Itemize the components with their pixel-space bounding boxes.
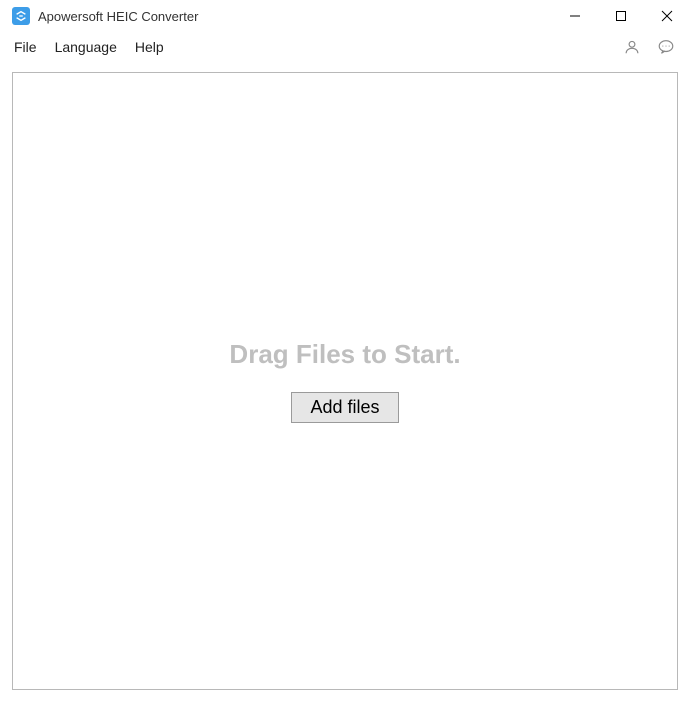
minimize-button[interactable] <box>552 0 598 32</box>
menu-help[interactable]: Help <box>135 39 164 55</box>
chat-icon[interactable] <box>656 37 676 57</box>
menubar-left: File Language Help <box>14 39 164 55</box>
window-controls <box>552 0 690 32</box>
menubar: File Language Help <box>0 32 690 62</box>
content-area: Drag Files to Start. Add files <box>0 62 690 702</box>
titlebar: Apowersoft HEIC Converter <box>0 0 690 32</box>
menu-file[interactable]: File <box>14 39 37 55</box>
close-button[interactable] <box>644 0 690 32</box>
app-window: Apowersoft HEIC Converter File Language … <box>0 0 690 702</box>
menubar-right <box>622 37 676 57</box>
menu-language[interactable]: Language <box>55 39 117 55</box>
titlebar-left: Apowersoft HEIC Converter <box>12 7 198 25</box>
app-icon <box>12 7 30 25</box>
add-files-button[interactable]: Add files <box>291 392 398 423</box>
maximize-button[interactable] <box>598 0 644 32</box>
drop-instruction-text: Drag Files to Start. <box>229 339 460 370</box>
user-icon[interactable] <box>622 37 642 57</box>
drop-area[interactable]: Drag Files to Start. Add files <box>12 72 678 690</box>
app-title: Apowersoft HEIC Converter <box>38 9 198 24</box>
